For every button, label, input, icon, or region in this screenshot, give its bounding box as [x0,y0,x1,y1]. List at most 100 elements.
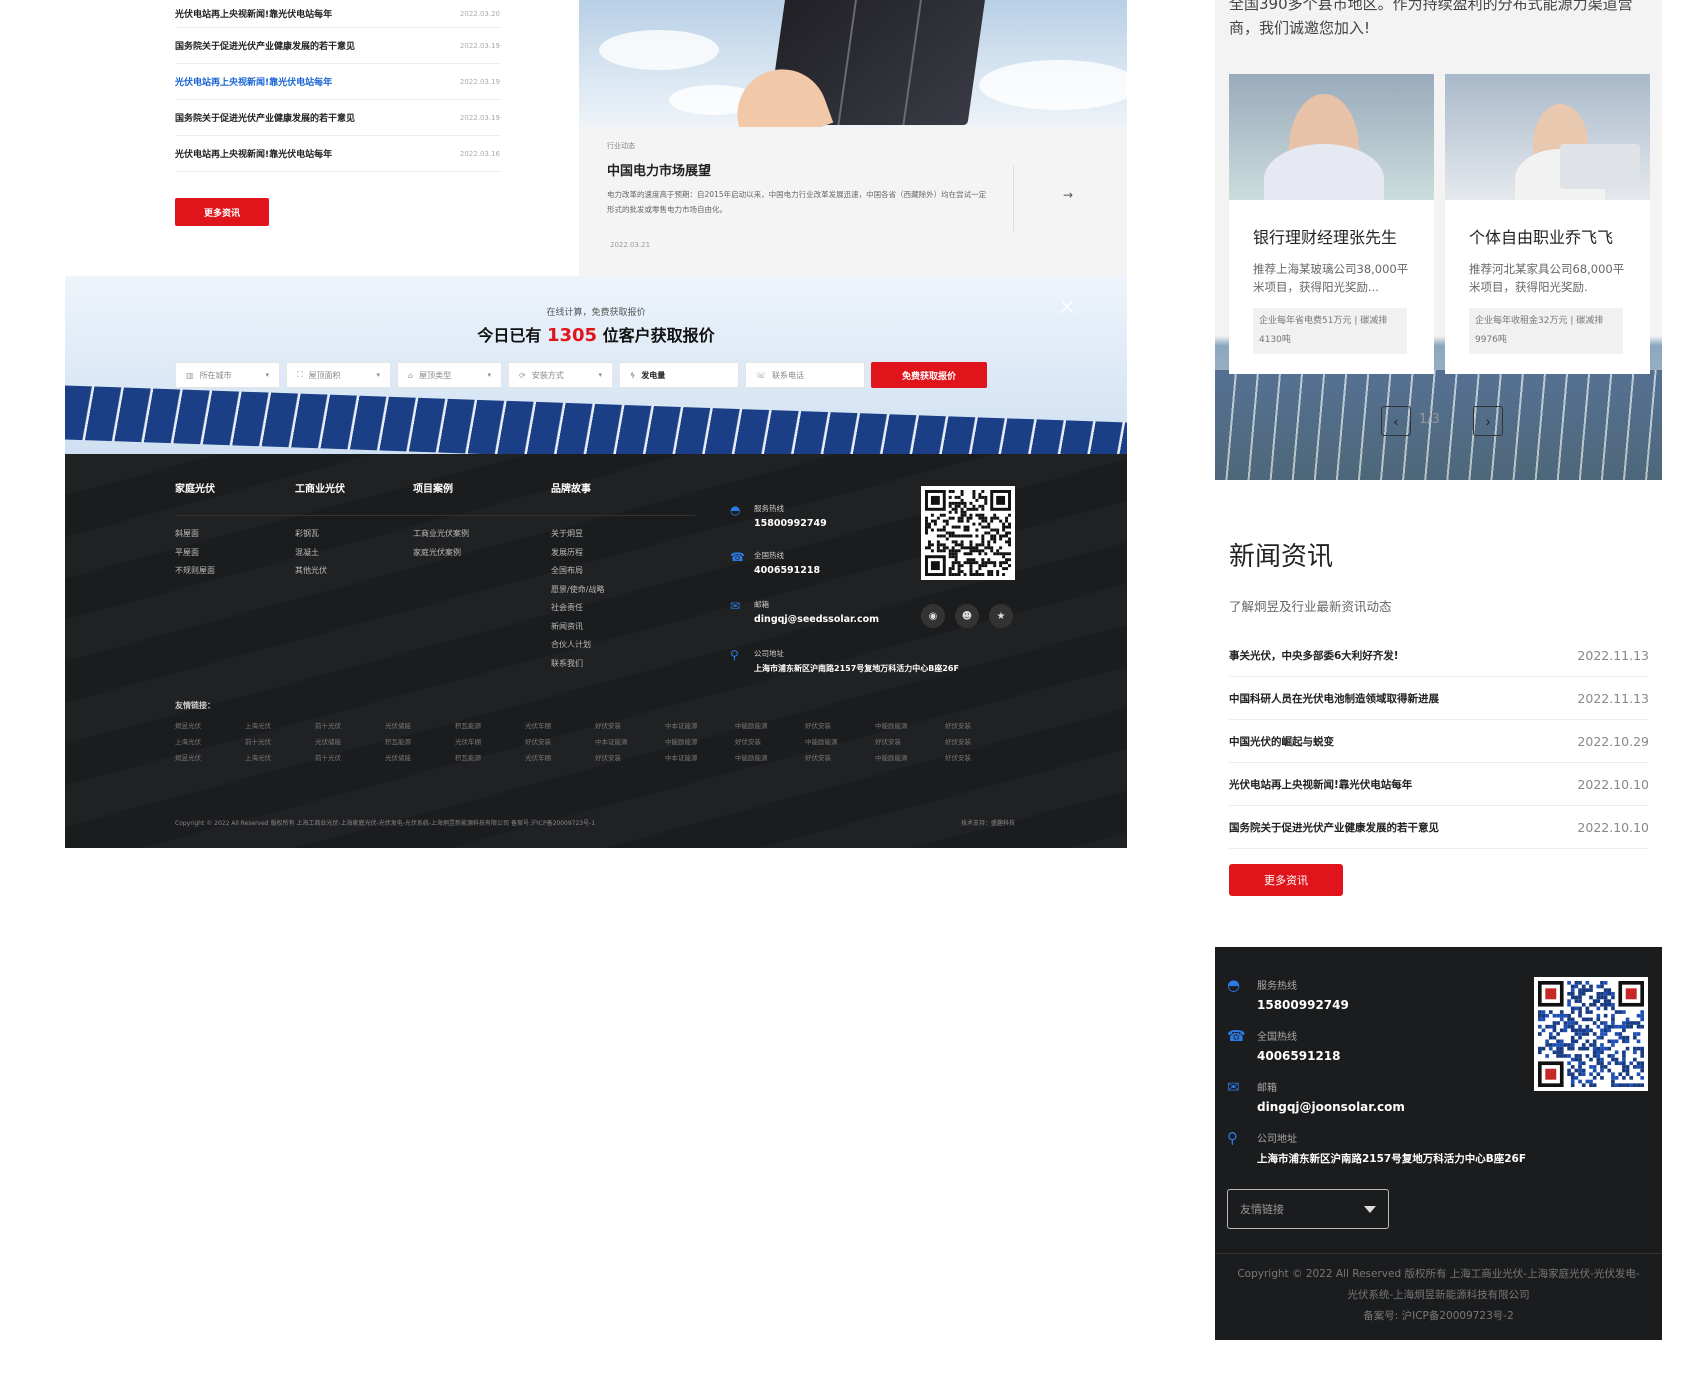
tech-support[interactable]: 技术支持：盛趣科技 [961,818,1015,827]
contact-value[interactable]: dingqj@joonsolar.com [1257,1100,1405,1114]
news-title[interactable]: 光伏电站再上央视新闻!靠光伏电站每年 [1229,777,1412,792]
contact-value[interactable]: 4006591218 [1257,1049,1341,1063]
friend-link[interactable]: 上海光伏 [175,736,245,746]
footer-column-title[interactable]: 工商业光伏 [295,480,345,495]
news-title[interactable]: 光伏电站再上央视新闻!靠光伏电站每年 [175,7,332,20]
friend-link[interactable]: 炯昱光伏 [175,720,245,730]
friend-link[interactable]: 中能励能源 [875,720,945,730]
feature-news-card[interactable]: 行业动态 中国电力市场展望 电力改革的速度高于预期：自2015年启动以来，中国电… [579,0,1127,276]
contact-value[interactable]: 4006591218 [754,565,820,576]
carousel-prev-button[interactable]: ‹ [1381,406,1411,436]
more-news-button[interactable]: 更多资讯 [175,198,269,226]
quote-input[interactable]: ☏ 联系电话 [745,362,865,388]
quote-select[interactable]: ⌂ 屋顶类型 ▾ [397,362,502,388]
news-item[interactable]: 事关光伏，中央多部委6大利好齐发! 2022.11.13 [1229,634,1649,677]
news-item[interactable]: 中国光伏的崛起与蜕变 2022.10.29 [1229,720,1649,763]
feature-title[interactable]: 中国电力市场展望 [607,160,711,179]
news-item[interactable]: 国务院关于促进光伏产业健康发展的若干意见 2022.03.19 [175,100,500,136]
news-title[interactable]: 国务院关于促进光伏产业健康发展的若干意见 [175,39,355,52]
contact-value[interactable]: dingqj@seedssolar.com [754,614,879,625]
news-title[interactable]: 中国科研人员在光伏电池制造领域取得新进展 [1229,691,1439,706]
friend-link[interactable]: 积瓦能源 [455,720,525,730]
friend-link[interactable]: 光伏储能 [385,752,455,762]
news-title[interactable]: 光伏电站再上央视新闻!靠光伏电站每年 [175,75,332,88]
friend-link[interactable]: 上海光伏 [245,752,315,762]
friend-link[interactable]: 好伏安装 [945,736,1015,746]
friend-link[interactable]: 积瓦能源 [455,752,525,762]
footer-link[interactable]: 彩钢瓦 [295,525,345,544]
quote-submit-button[interactable]: 免费获取报价 [871,362,987,388]
friend-link[interactable]: 中能励能源 [805,736,875,746]
news-item[interactable]: 光伏电站再上央视新闻!靠光伏电站每年 2022.03.20 [175,0,500,28]
footer-link[interactable]: 不规则屋面 [175,562,215,581]
friend-link[interactable]: 好伏安装 [805,720,875,730]
footer-link[interactable]: 合伙人计划 [551,636,604,655]
more-news-button[interactable]: 更多资讯 [1229,864,1343,896]
partner-card[interactable]: 个体自由职业乔飞飞 推荐河北某家具公司68,000平米项目，获得阳光奖励. 企业… [1445,74,1650,374]
friend-link[interactable]: 光伏储能 [315,736,385,746]
footer-link[interactable]: 工商业光伏案例 [413,525,469,544]
friend-link[interactable]: 好伏安装 [875,736,945,746]
footer-link[interactable]: 平屋面 [175,544,215,563]
contact-value[interactable]: 15800992749 [1257,998,1349,1012]
footer-column-title[interactable]: 项目案例 [413,480,469,495]
friend-link[interactable]: 中本证能源 [665,752,735,762]
friend-link[interactable]: 中能励能源 [735,752,805,762]
news-item[interactable]: 国务院关于促进光伏产业健康发展的若干意见 2022.03.19 [175,28,500,64]
footer-link[interactable]: 发展历程 [551,544,604,563]
friend-link[interactable]: 炯昱光伏 [175,752,245,762]
friend-links-select[interactable]: 友情链接 [1227,1189,1389,1229]
partner-card[interactable]: 银行理财经理张先生 推荐上海某玻璃公司38,000平米项目，获得阳光奖励... … [1229,74,1434,374]
friend-link[interactable]: 中能励能源 [735,720,805,730]
footer-link[interactable]: 斜屋面 [175,525,215,544]
news-title[interactable]: 中国光伏的崛起与蜕变 [1229,734,1334,749]
friend-link[interactable]: 前十光伏 [245,736,315,746]
friend-link[interactable]: 好伏安装 [525,736,595,746]
friend-link[interactable]: 前十光伏 [315,720,385,730]
friend-link[interactable]: 光伏车棚 [525,720,595,730]
friend-link[interactable]: 前十光伏 [315,752,385,762]
footer-link[interactable]: 愿景/使命/战略 [551,581,604,600]
quote-input[interactable]: ϟ 发电量 [619,362,739,388]
friend-link[interactable]: 积瓦能源 [385,736,455,746]
news-title[interactable]: 光伏电站再上央视新闻!靠光伏电站每年 [175,147,332,160]
friend-link[interactable]: 好伏安装 [595,752,665,762]
news-item[interactable]: 中国科研人员在光伏电池制造领域取得新进展 2022.11.13 [1229,677,1649,720]
friend-link[interactable]: 好伏安装 [735,736,805,746]
close-icon[interactable]: × [1057,292,1077,320]
friend-link[interactable]: 上海光伏 [245,720,315,730]
news-title[interactable]: 事关光伏，中央多部委6大利好齐发! [1229,648,1399,663]
friend-link[interactable]: 光伏储能 [385,720,455,730]
news-item[interactable]: 国务院关于促进光伏产业健康发展的若干意见 2022.10.10 [1229,806,1649,849]
quote-select[interactable]: ▥ 所在城市 ▾ [175,362,280,388]
friend-link[interactable]: 光伏车棚 [525,752,595,762]
friend-link[interactable]: 中本证能源 [665,720,735,730]
news-item[interactable]: 光伏电站再上央视新闻!靠光伏电站每年 2022.10.10 [1229,763,1649,806]
footer-column-title[interactable]: 家庭光伏 [175,480,215,495]
contact-value[interactable]: 15800992749 [754,518,827,529]
footer-link[interactable]: 社会责任 [551,599,604,618]
footer-column-title[interactable]: 品牌故事 [551,480,604,495]
footer-link[interactable]: 混凝土 [295,544,345,563]
friend-link[interactable]: 中能励能源 [875,752,945,762]
footer-link[interactable]: 其他光伏 [295,562,345,581]
news-item[interactable]: 光伏电站再上央视新闻!靠光伏电站每年 2022.03.19 [175,64,500,100]
star-icon[interactable]: ★ [989,604,1013,628]
news-item[interactable]: 光伏电站再上央视新闻!靠光伏电站每年 2022.03.16 [175,136,500,172]
quote-select[interactable]: ⛶ 屋顶面积 ▾ [286,362,391,388]
wechat-icon[interactable]: ☻ [955,604,979,628]
friend-link[interactable]: 好伏安装 [945,752,1015,762]
arrow-right-icon[interactable]: → [1063,188,1073,202]
friend-link[interactable]: 好伏安装 [805,752,875,762]
friend-link[interactable]: 好伏安装 [945,720,1015,730]
footer-link[interactable]: 新闻资讯 [551,618,604,637]
quote-select[interactable]: ⟳ 安装方式 ▾ [508,362,613,388]
footer-link[interactable]: 联系我们 [551,655,604,674]
friend-link[interactable]: 好伏安装 [595,720,665,730]
news-title[interactable]: 国务院关于促进光伏产业健康发展的若干意见 [1229,820,1439,835]
footer-link[interactable]: 全国布局 [551,562,604,581]
friend-link[interactable]: 光伏车棚 [455,736,525,746]
friend-link[interactable]: 中本证能源 [595,736,665,746]
news-title[interactable]: 国务院关于促进光伏产业健康发展的若干意见 [175,111,355,124]
footer-link[interactable]: 家庭光伏案例 [413,544,469,563]
